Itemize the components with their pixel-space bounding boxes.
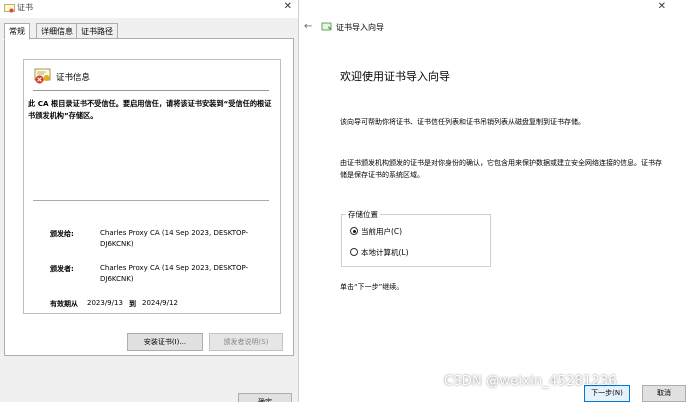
ok-button[interactable]: 确定 — [238, 393, 292, 402]
valid-to-word: 到 — [129, 300, 136, 308]
tab-details[interactable]: 详细信息 — [36, 23, 78, 39]
store-location-title: 存储位置 — [346, 209, 380, 220]
issued-by-label: 颁发者: — [50, 265, 74, 273]
wizard-intro-text: 该向导可帮助你将证书、证书信任列表和证书吊销列表从磁盘复制到证书存储。 — [340, 118, 585, 126]
watermark: CSDN @weixin_45281236 — [444, 374, 617, 389]
divider — [33, 90, 269, 91]
certificate-info-box: 证书信息 此 CA 根目录证书不受信任。要启用信任，请将该证书安装到“受信任的根… — [23, 59, 281, 314]
continue-hint: 单击“下一步”继续。 — [340, 283, 404, 291]
valid-to-date: 2024/9/12 — [142, 299, 178, 307]
radio-checked-icon — [350, 227, 358, 235]
issued-by-value: Charles Proxy CA (14 Sep 2023, DESKTOP-D… — [100, 264, 249, 283]
install-certificate-button[interactable]: 安装证书(I)... — [127, 333, 203, 351]
wizard-description-text: 由证书颁发机构颁发的证书是对你身份的确认，它包含用来保护数据或建立安全网络连接的… — [340, 159, 662, 179]
certificate-dialog: 证书 ✕ 常规 详细信息 证书路径 证书信息 此 CA 根目录证书不受信任。要启… — [0, 0, 298, 402]
radio-local-machine-label: 本地计算机(L) — [361, 248, 409, 257]
valid-from-date: 2023/9/13 — [87, 299, 123, 307]
validity-label: 有效期从 — [50, 300, 78, 308]
untrusted-warning-text: 此 CA 根目录证书不受信任。要启用信任，请将该证书安装到“受信任的根证书颁发机… — [28, 99, 272, 120]
wizard-title: 证书导入向导 — [336, 23, 384, 32]
tab-certification-path[interactable]: 证书路径 — [76, 23, 118, 39]
certificate-icon — [4, 4, 15, 13]
close-icon[interactable]: ✕ — [284, 1, 292, 12]
certificate-wizard-icon — [321, 22, 332, 32]
back-arrow-icon[interactable]: ← — [304, 21, 312, 32]
issuer-statement-button[interactable]: 颁发者说明(S) — [209, 333, 283, 351]
issued-to-label: 颁发给: — [50, 230, 74, 238]
general-tab-panel: 证书信息 此 CA 根目录证书不受信任。要启用信任，请将该证书安装到“受信任的根… — [4, 38, 294, 356]
close-icon[interactable]: ✕ — [658, 1, 666, 12]
radio-current-user-label: 当前用户(C) — [361, 227, 403, 236]
radio-local-machine[interactable]: 本地计算机(L) — [350, 247, 409, 259]
tab-general[interactable]: 常规 — [4, 23, 30, 40]
divider — [33, 200, 269, 201]
cancel-button[interactable]: 取消 — [642, 385, 686, 402]
radio-unchecked-icon — [350, 248, 358, 256]
screenshot-root: 证书 ✕ 常规 详细信息 证书路径 证书信息 此 CA 根目录证书不受信任。要启… — [0, 0, 692, 402]
certificate-info-title: 证书信息 — [56, 73, 91, 83]
radio-current-user[interactable]: 当前用户(C) — [350, 226, 402, 238]
store-location-group: 存储位置 当前用户(C) 本地计算机(L) — [341, 209, 491, 267]
issued-to-value: Charles Proxy CA (14 Sep 2023, DESKTOP-D… — [100, 229, 249, 248]
wizard-heading: 欢迎使用证书导入向导 — [340, 70, 450, 83]
certificate-import-wizard: ✕ ← 证书导入向导 欢迎使用证书导入向导 该向导可帮助你将证书、证书信任列表和… — [298, 0, 692, 402]
window-title: 证书 — [17, 3, 33, 12]
certificate-dialog-titlebar: 证书 ✕ — [0, 0, 298, 18]
certificate-error-icon — [34, 68, 51, 84]
